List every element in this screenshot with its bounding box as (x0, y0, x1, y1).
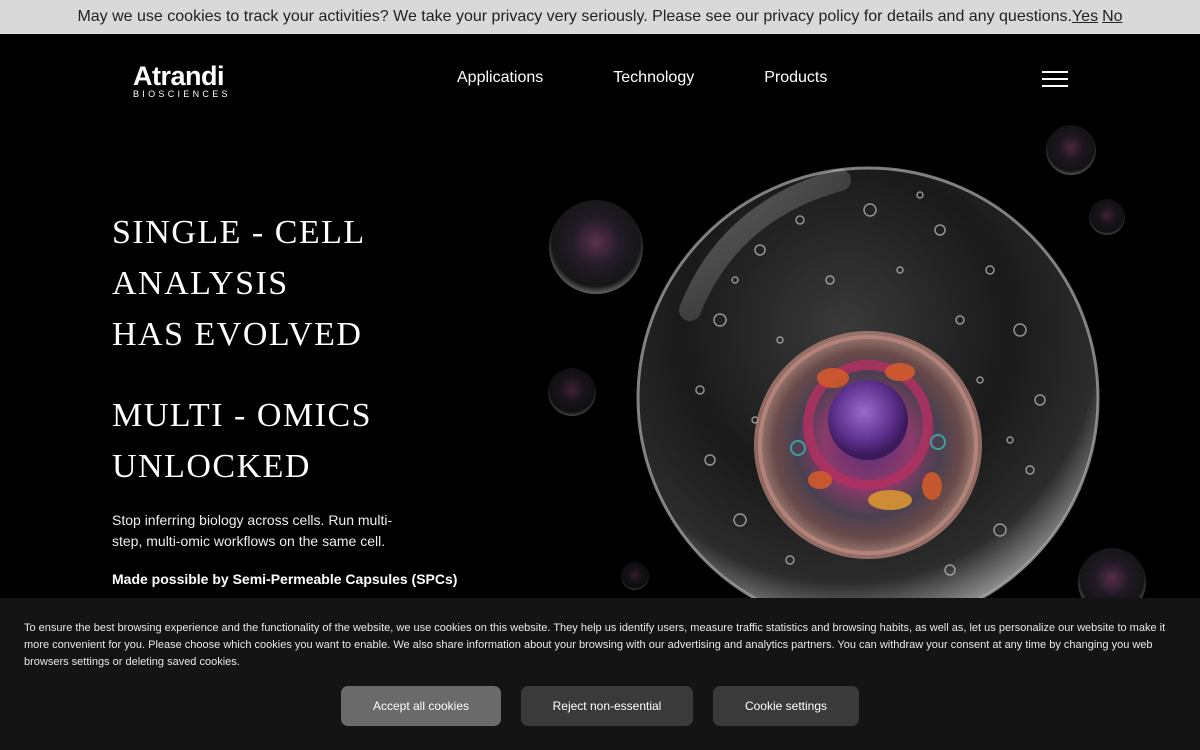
logo-wordmark: Atrandi (133, 61, 225, 91)
cookie-yes-link[interactable]: Yes (1072, 8, 1098, 26)
hero-title: SINGLE - CELL ANALYSIS HAS EVOLVED (112, 207, 366, 360)
hamburger-icon[interactable] (1042, 71, 1068, 91)
cookie-consent-banner: To ensure the best browsing experience a… (0, 598, 1200, 750)
capsule-cell-illustration (548, 125, 1146, 600)
atrandi-logo[interactable]: Atrandi BIOSCIENCES (133, 61, 243, 99)
nav-applications[interactable]: Applications (457, 69, 543, 87)
nav-products[interactable]: Products (764, 69, 827, 87)
accept-all-cookies-button[interactable]: Accept all cookies (341, 686, 501, 726)
hero-subtitle: MULTI - OMICS UNLOCKED (112, 390, 372, 492)
cookie-no-link[interactable]: No (1102, 8, 1122, 26)
main-nav: Applications Technology Products (457, 69, 827, 87)
hero-title-line: SINGLE - CELL (112, 214, 366, 251)
hero-description: Stop inferring biology across cells. Run… (112, 512, 393, 549)
hero-subtitle-line: MULTI - OMICS (112, 397, 373, 434)
top-cookie-notice-text: May we use cookies to track your activit… (77, 8, 1072, 25)
hero-title-line: ANALYSIS (112, 265, 289, 302)
cookie-settings-button[interactable]: Cookie settings (713, 686, 859, 726)
top-cookie-notice: May we use cookies to track your activit… (0, 0, 1200, 34)
hero-subtitle-line: UNLOCKED (112, 448, 311, 485)
nav-technology[interactable]: Technology (613, 69, 694, 87)
hero-title-line: HAS EVOLVED (112, 316, 363, 353)
logo-subtitle: BIOSCIENCES (133, 89, 231, 99)
cookie-consent-text: To ensure the best browsing experience a… (24, 622, 1166, 668)
site-header: Atrandi BIOSCIENCES Applications Technol… (0, 34, 1200, 124)
hero-note: Made possible by Semi-Permeable Capsules… (112, 571, 458, 587)
reject-non-essential-button[interactable]: Reject non-essential (521, 686, 693, 726)
